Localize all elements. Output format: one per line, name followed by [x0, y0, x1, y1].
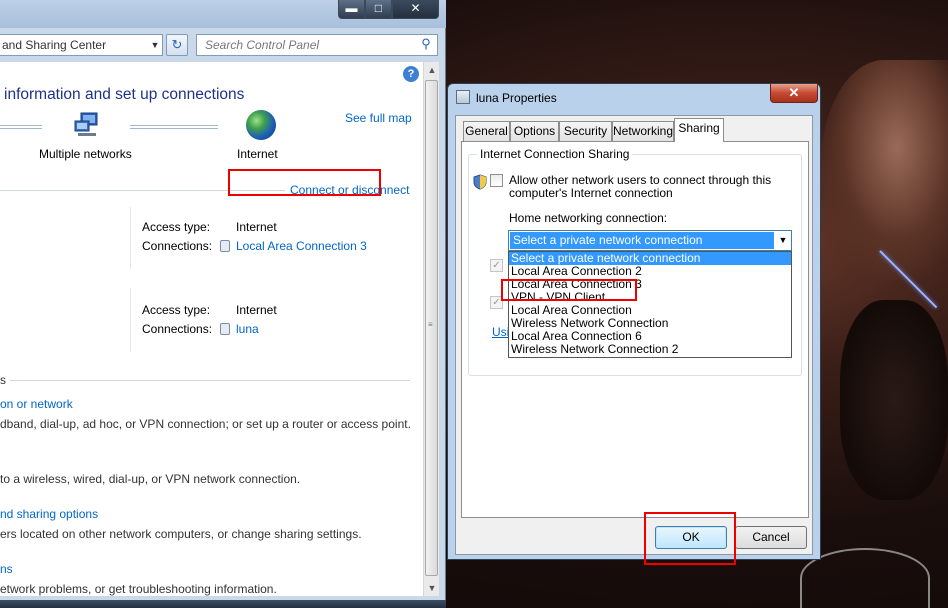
dialog-close-button[interactable]: ✕	[770, 84, 818, 103]
uac-shield-icon	[473, 174, 487, 190]
network-map-connector	[130, 125, 218, 129]
help-icon[interactable]: ?	[403, 66, 419, 82]
address-bar[interactable]: and Sharing Center	[0, 34, 163, 56]
help-link[interactable]: Usi	[492, 325, 509, 339]
home-networking-label: Home networking connection:	[509, 211, 668, 225]
allow-sharing-label: Allow other network users to connect thr…	[509, 173, 772, 200]
vertical-scrollbar[interactable]: ▲ ≡ ▼	[423, 62, 439, 596]
see-full-map-link[interactable]: See full map	[345, 111, 412, 125]
network-divider	[130, 288, 131, 352]
cancel-button[interactable]: Cancel	[735, 526, 807, 549]
properties-dialog: luna Properties ✕ General Options Securi…	[447, 83, 821, 560]
refresh-icon[interactable]: ↻	[166, 34, 188, 56]
section-divider	[10, 380, 410, 381]
network-map-connector	[0, 125, 42, 129]
page-title: information and set up connections	[4, 86, 245, 103]
connection-icon	[220, 240, 230, 252]
select-value: Select a private network connection	[510, 232, 774, 249]
multiple-networks-label: Multiple networks	[39, 147, 132, 161]
access-type-label: Access type:	[142, 220, 211, 234]
network-adapter-icon	[456, 90, 470, 104]
connections-label: Connections:	[142, 239, 213, 253]
home-network-select[interactable]: Select a private network connection ▼	[508, 230, 792, 251]
connection-icon	[220, 323, 230, 335]
dropdown-option[interactable]: Wireless Network Connection 2	[509, 343, 791, 356]
taskbar	[0, 600, 446, 608]
scroll-down-icon[interactable]: ▼	[424, 580, 440, 596]
group-title: Internet Connection Sharing	[477, 147, 633, 161]
troubleshoot-link[interactable]: ns	[0, 562, 13, 576]
sharing-tab-panel: Internet Connection Sharing Allow other …	[461, 141, 809, 518]
ics-group: Internet Connection Sharing Allow other …	[468, 147, 802, 376]
section-heading-fragment: s	[0, 373, 6, 387]
local-area-connection-3-link[interactable]: Local Area Connection 3	[236, 239, 367, 253]
dialog-body: General Options Security Networking Shar…	[455, 115, 813, 555]
address-dropdown-icon[interactable]: ▼	[148, 35, 162, 55]
task-description: etwork problems, or get troubleshooting …	[0, 582, 277, 596]
scroll-thumb[interactable]: ≡	[425, 80, 438, 576]
wallpaper-shape	[840, 300, 948, 500]
luna-connection-link[interactable]: luna	[236, 322, 259, 336]
tab-options[interactable]: Options	[510, 121, 559, 141]
tab-networking[interactable]: Networking	[612, 121, 674, 141]
search-input[interactable]: Search Control Panel	[196, 34, 438, 56]
highlight-annotation	[644, 512, 736, 565]
tab-security[interactable]: Security	[559, 121, 612, 141]
sharing-options-link[interactable]: nd sharing options	[0, 507, 98, 521]
allow-sharing-checkbox[interactable]	[490, 174, 503, 187]
disabled-checkbox: ✓	[490, 259, 503, 272]
dropdown-list[interactable]: Select a private network connection Loca…	[508, 251, 792, 358]
chevron-down-icon[interactable]: ▼	[775, 231, 791, 250]
highlight-annotation	[501, 279, 637, 301]
multiple-networks-icon	[74, 112, 98, 136]
search-icon[interactable]: ⚲	[418, 36, 434, 54]
internet-label: Internet	[237, 147, 278, 161]
connections-label: Connections:	[142, 322, 213, 336]
setup-connection-link[interactable]: on or network	[0, 397, 73, 411]
access-type-value: Internet	[236, 220, 277, 234]
access-type-value: Internet	[236, 303, 277, 317]
wallpaper-shape	[820, 60, 948, 280]
highlight-annotation	[228, 169, 381, 196]
task-description: dband, dial-up, ad hoc, or VPN connectio…	[0, 417, 411, 431]
task-description: ers located on other network computers, …	[0, 527, 362, 541]
network-sharing-content: ? information and set up connections See…	[0, 62, 423, 596]
tab-general[interactable]: General	[463, 121, 510, 141]
grip-icon: ≡	[428, 320, 433, 329]
minimize-button[interactable]: ▬	[338, 0, 365, 19]
dialog-title: luna Properties	[476, 91, 557, 105]
task-description: to a wireless, wired, dial-up, or VPN ne…	[0, 472, 301, 486]
scroll-up-icon[interactable]: ▲	[424, 62, 440, 78]
close-button[interactable]: ✕	[392, 0, 439, 19]
internet-globe-icon	[246, 110, 276, 140]
maximize-button[interactable]: □	[365, 0, 392, 19]
access-type-label: Access type:	[142, 303, 211, 317]
network-divider	[130, 207, 131, 269]
tab-sharing[interactable]: Sharing	[674, 118, 724, 142]
control-panel-window: ▬ □ ✕ and Sharing Center ▼ ↻ Search Cont…	[0, 0, 446, 602]
